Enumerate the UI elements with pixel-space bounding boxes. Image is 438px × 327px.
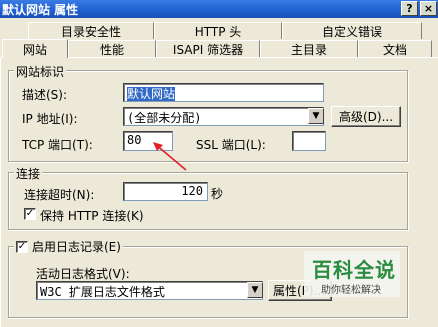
ip-address-label: IP 地址(I): (22, 112, 78, 126)
watermark-title: 百科全说 (312, 258, 396, 282)
ip-address-select[interactable]: (全部未分配) (123, 107, 324, 126)
tab-isapi-filters[interactable]: ISAPI 筛选器 (156, 40, 260, 57)
keepalive-checkbox[interactable]: ✓ (24, 208, 36, 220)
close-button[interactable]: × (420, 1, 437, 16)
ssl-port-input[interactable] (292, 131, 326, 151)
identity-group-label: 网站标识 (14, 63, 67, 80)
timeout-input[interactable]: 120 (123, 182, 208, 201)
tcp-port-label: TCP 端口(T): (22, 138, 93, 152)
tab-documents[interactable]: 文档 (358, 40, 432, 57)
connections-group-label: 连接 (14, 165, 43, 182)
help-button[interactable]: ? (401, 1, 418, 16)
timeout-label: 连接超时(N): (24, 188, 95, 202)
enable-logging-label: 启用日志记录(E) (32, 240, 121, 254)
log-format-label: 活动日志格式(V): (36, 267, 130, 281)
watermark-logo: 百科全说 助你轻松解决 (304, 251, 400, 297)
tab-custom-errors[interactable]: 自定义错误 (282, 22, 422, 39)
title-bar: 默认网站 属性 ? × (0, 0, 438, 18)
tab-website[interactable]: 网站 (2, 39, 68, 58)
tab-home-directory[interactable]: 主目录 (260, 40, 358, 57)
ip-dropdown-arrow-icon[interactable]: ▼ (308, 108, 324, 124)
description-input[interactable]: 默认网站 (123, 83, 324, 102)
ip-address-value: (全部未分配) (127, 111, 202, 125)
advanced-button[interactable]: 高级(D)... (331, 106, 401, 127)
timeout-unit: 秒 (211, 187, 224, 201)
watermark-subtitle: 助你轻松解决 (321, 285, 381, 296)
annotation-arrow-icon (153, 142, 187, 171)
ssl-port-label: SSL 端口(L): (196, 138, 266, 152)
tab-performance[interactable]: 性能 (68, 40, 156, 57)
enable-logging-checkbox[interactable]: ✓ (16, 240, 28, 253)
description-value: 默认网站 (127, 87, 176, 101)
description-label: 描述(S): (22, 88, 68, 102)
log-format-dropdown-arrow-icon[interactable]: ▼ (247, 282, 263, 298)
keepalive-label: 保持 HTTP 连接(K) (40, 209, 144, 223)
tab-http-headers[interactable]: HTTP 头 (154, 22, 282, 39)
log-format-select[interactable]: W3C 扩展日志文件格式 (36, 281, 263, 300)
window-title: 默认网站 属性 (2, 3, 79, 17)
log-format-value: W3C 扩展日志文件格式 (40, 285, 165, 299)
logging-group-header: ✓ 启用日志记录(E) (14, 238, 123, 255)
tab-directory-security[interactable]: 目录安全性 (28, 22, 154, 39)
